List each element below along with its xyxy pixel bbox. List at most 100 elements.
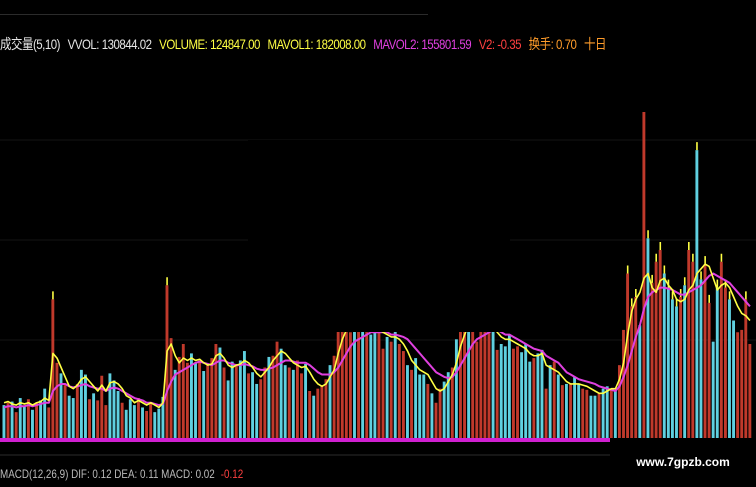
volume-bar bbox=[503, 346, 507, 438]
volume-bar bbox=[255, 383, 259, 438]
volume-bar bbox=[715, 287, 719, 438]
volume-bar bbox=[377, 329, 381, 438]
volume-bar bbox=[467, 315, 471, 438]
volume-bar bbox=[206, 365, 210, 438]
volume-bar bbox=[593, 395, 597, 438]
volume-bar bbox=[210, 358, 214, 438]
volume-bar bbox=[613, 391, 617, 438]
volume-bar bbox=[569, 383, 572, 438]
volume-bar bbox=[601, 388, 605, 438]
volume-bar bbox=[699, 279, 703, 439]
volume-bar bbox=[198, 360, 202, 438]
volume-bar bbox=[512, 348, 515, 438]
volume-bar bbox=[308, 391, 312, 438]
volume-bar bbox=[723, 287, 727, 438]
volume-bar bbox=[304, 363, 308, 438]
volume-bar bbox=[230, 361, 234, 439]
legend-ten-day: 十日 bbox=[583, 36, 606, 52]
volume-bar bbox=[112, 380, 116, 438]
indicator-legend: 成交量(5,10) VVOL: 130844.02 VOLUME: 124847… bbox=[0, 33, 611, 55]
blank-overlay-top bbox=[428, 0, 756, 112]
volume-bar bbox=[605, 386, 609, 438]
legend-volume: VOLUME: 124847.00 bbox=[159, 36, 260, 52]
volume-bar bbox=[540, 349, 544, 439]
volume-bar bbox=[104, 405, 108, 438]
volume-bar bbox=[683, 285, 687, 438]
volume-bar bbox=[422, 374, 426, 438]
volume-bar bbox=[291, 369, 295, 438]
volume-bar bbox=[324, 379, 328, 438]
volume-bar bbox=[194, 362, 197, 438]
volume-bar bbox=[499, 344, 503, 438]
volume-bar bbox=[687, 250, 691, 438]
volume-bar bbox=[418, 374, 422, 438]
volume-bar bbox=[740, 329, 744, 438]
volume-bar bbox=[410, 369, 413, 438]
volume-bar bbox=[642, 109, 646, 438]
volume-bar bbox=[373, 329, 377, 438]
volume-bar bbox=[43, 388, 47, 438]
legend-indicator-name: 成交量(5,10) bbox=[0, 36, 61, 52]
blank-overlay-middle bbox=[248, 140, 510, 332]
volume-bar bbox=[75, 383, 79, 438]
volume-bar bbox=[169, 338, 173, 439]
volume-bar bbox=[516, 346, 519, 438]
volume-bar bbox=[691, 261, 695, 438]
volume-bar bbox=[401, 351, 405, 438]
volume-bar bbox=[153, 412, 157, 438]
volume-bar bbox=[719, 261, 723, 438]
volume-bar bbox=[744, 299, 748, 438]
volume-bar bbox=[658, 250, 662, 438]
legend-mavol2: MAVOL2: 155801.59 bbox=[373, 36, 472, 52]
volume-bar bbox=[369, 334, 373, 438]
volume-bar bbox=[695, 150, 699, 439]
volume-bar bbox=[39, 400, 43, 438]
volume-bar bbox=[650, 282, 654, 438]
macd-legend-extra: -0.12 bbox=[220, 467, 244, 481]
volume-bar bbox=[728, 299, 731, 438]
volume-bar bbox=[438, 388, 442, 438]
volume-bar bbox=[479, 315, 483, 438]
volume-bar bbox=[666, 287, 670, 438]
volume-bar bbox=[320, 385, 324, 439]
volume-bar bbox=[406, 365, 409, 438]
volume-bar bbox=[397, 344, 401, 438]
volume-bar bbox=[393, 329, 397, 438]
volume-bar bbox=[137, 398, 140, 438]
volume-bar bbox=[67, 395, 71, 438]
volume-bar bbox=[251, 372, 255, 438]
volume-bar bbox=[487, 320, 491, 438]
volume-bar bbox=[626, 273, 630, 438]
volume-bar bbox=[679, 297, 683, 438]
volume-bar bbox=[35, 402, 38, 438]
volume-bar bbox=[581, 388, 585, 438]
volume-bar bbox=[556, 374, 560, 438]
volume-bar bbox=[736, 332, 740, 438]
volume-bar bbox=[55, 362, 59, 438]
volume-bar bbox=[536, 353, 540, 438]
volume-bar bbox=[707, 302, 711, 439]
volume-bar bbox=[365, 322, 369, 438]
volume-bar bbox=[238, 360, 242, 438]
volume-bar bbox=[149, 402, 153, 438]
volume-bar bbox=[622, 329, 625, 438]
volume-bar bbox=[426, 383, 430, 438]
volume-bar bbox=[381, 348, 385, 438]
volume-bar bbox=[336, 326, 340, 439]
volume-bar bbox=[670, 299, 674, 438]
volume-bar bbox=[577, 383, 581, 438]
volume-bar bbox=[520, 352, 524, 438]
volume-bar bbox=[22, 406, 26, 438]
volume-bar bbox=[507, 334, 511, 438]
volume-bar bbox=[703, 264, 707, 438]
volume-bar bbox=[157, 408, 161, 439]
legend-v2: V2: -0.35 bbox=[478, 36, 522, 52]
volume-bar bbox=[128, 399, 132, 438]
volume-bar bbox=[124, 409, 128, 438]
volume-bar bbox=[173, 369, 177, 438]
volume-bar bbox=[287, 367, 291, 438]
volume-bar bbox=[552, 361, 556, 439]
volume-bar bbox=[430, 393, 434, 438]
volume-bar bbox=[177, 356, 181, 438]
volume-bar bbox=[31, 409, 34, 438]
